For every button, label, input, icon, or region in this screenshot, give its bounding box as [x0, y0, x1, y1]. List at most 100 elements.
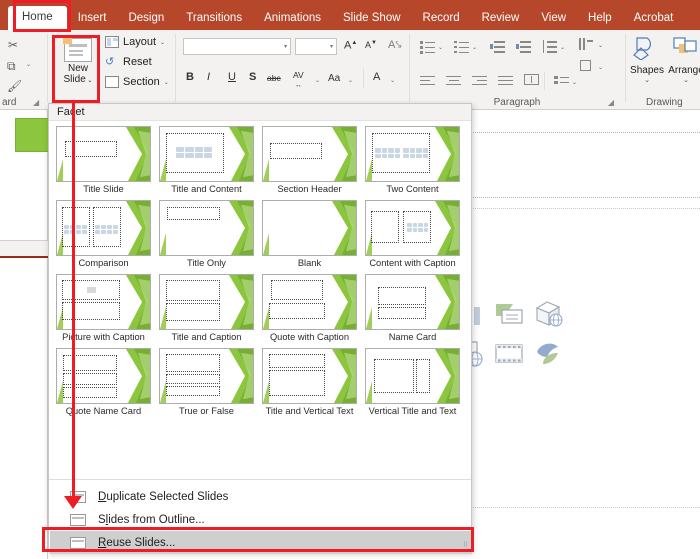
layout-option-title-vertical[interactable]: Title and Vertical Text — [259, 345, 360, 417]
layout-option-section[interactable]: Section Header — [259, 123, 360, 195]
ribbon-tab-record[interactable]: Record — [412, 8, 471, 31]
increase-font-size-button[interactable]: A▲ — [344, 40, 357, 52]
line-spacing-caret-icon[interactable]: ⌄ — [560, 44, 565, 51]
layout-option-two-content[interactable]: Two Content — [362, 123, 463, 195]
decrease-font-size-button[interactable]: A▼ — [365, 40, 377, 50]
layout-thumbnail — [56, 348, 151, 404]
shapes-caret-icon[interactable]: ⌄ — [630, 76, 664, 84]
change-case-caret-icon[interactable]: ⌄ — [348, 77, 353, 84]
3d-model-icon[interactable] — [533, 300, 565, 330]
layout-option-vertical-title[interactable]: Vertical Title and Text — [362, 345, 463, 417]
cut-icon[interactable]: ✂ — [8, 39, 18, 51]
menu-item-slides-from-outline[interactable]: Slides from Outline... — [50, 508, 472, 531]
layout-option-title-caption[interactable]: Title and Caption — [156, 271, 257, 343]
strikethrough-button[interactable]: abc — [267, 74, 281, 83]
ribbon-tab-transitions[interactable]: Transitions — [175, 8, 253, 31]
ribbon-tab-view[interactable]: View — [530, 8, 577, 31]
ribbon-tab-slide-show[interactable]: Slide Show — [332, 8, 412, 31]
smartart-icon[interactable] — [493, 300, 525, 330]
copy-icon[interactable]: ⧉ — [7, 60, 16, 72]
align-left-icon[interactable] — [420, 76, 435, 87]
character-spacing-button[interactable]: AV↔ — [293, 71, 304, 89]
slide-thumbnail-panel[interactable] — [0, 110, 48, 559]
font-size-combo[interactable]: ▾ — [295, 38, 337, 55]
icons-icon[interactable] — [533, 340, 565, 370]
numbering-icon[interactable] — [454, 40, 469, 53]
layout-option-title-content[interactable]: Title and Content — [156, 123, 257, 195]
section-label: Section — [123, 76, 160, 88]
arrange-icon — [672, 36, 700, 60]
align-center-icon[interactable] — [446, 76, 461, 87]
clear-formatting-icon[interactable]: A⤥ — [388, 40, 402, 51]
layout-option-quote-caption[interactable]: Quote with Caption — [259, 271, 360, 343]
new-slide-button[interactable]: New Slide ⌄ — [58, 34, 98, 96]
section-caret-icon[interactable]: ⌄ — [164, 79, 169, 86]
ribbon-tab-home[interactable]: Home — [8, 6, 67, 31]
layout-option-picture-caption[interactable]: Picture with Caption — [53, 271, 154, 343]
italic-button[interactable]: I — [207, 72, 210, 83]
layout-option-content-caption[interactable]: Content with Caption — [362, 197, 463, 269]
video-icon[interactable] — [493, 340, 525, 370]
layout-option-title-only[interactable]: Title Only — [156, 197, 257, 269]
menu-item-label: Slides from Outline... — [98, 514, 205, 526]
menu-item-reuse-slides[interactable]: Reuse Slides... — [50, 531, 472, 554]
clipboard-dialog-launcher[interactable]: ◢ — [33, 98, 39, 107]
section-button[interactable]: Section ⌄ — [105, 76, 169, 88]
layout-option-name-card[interactable]: Name Card — [362, 271, 463, 343]
menu-item-label: Duplicate Selected Slides — [98, 491, 228, 503]
ribbon-tab-acrobat[interactable]: Acrobat — [623, 8, 685, 31]
align-text-caret-icon[interactable]: ⌄ — [598, 64, 603, 71]
ribbon-tab-insert[interactable]: Insert — [67, 8, 118, 31]
format-painter-icon[interactable]: 🖌 — [7, 80, 22, 92]
change-case-button[interactable]: Aa — [328, 74, 340, 84]
columns-icon[interactable] — [524, 74, 539, 87]
decrease-indent-icon[interactable] — [490, 40, 505, 53]
new-slide-icon — [64, 38, 92, 62]
ribbon-tab-review[interactable]: Review — [471, 8, 531, 31]
layout-gallery[interactable]: Title SlideTitle and ContentSection Head… — [53, 123, 469, 417]
convert-smartart-caret-icon[interactable]: ⌄ — [572, 79, 577, 86]
text-direction-icon[interactable] — [578, 38, 593, 51]
underline-button[interactable]: U — [228, 72, 236, 83]
ribbon-tab-animations[interactable]: Animations — [253, 8, 332, 31]
layout-caret-icon[interactable]: ⌄ — [160, 39, 165, 46]
layout-option-comparison[interactable]: Comparison — [53, 197, 154, 269]
numbering-caret-icon[interactable]: ⌄ — [472, 44, 477, 51]
shapes-button[interactable]: Shapes ⌄ — [630, 36, 664, 84]
convert-smartart-icon[interactable] — [554, 76, 569, 89]
panel-divider — [0, 240, 48, 258]
layout-option-quote-name-card[interactable]: Quote Name Card — [53, 345, 154, 417]
bullets-icon[interactable] — [420, 40, 435, 53]
increase-indent-icon[interactable] — [516, 40, 531, 53]
layout-option-title[interactable]: Title Slide — [53, 123, 154, 195]
character-spacing-caret-icon[interactable]: ⌄ — [315, 77, 320, 84]
arrange-caret-icon[interactable]: ⌄ — [666, 76, 700, 84]
text-shadow-button[interactable]: S — [249, 72, 256, 83]
layout-option-label: Two Content — [362, 184, 463, 195]
copy-dropdown-caret-icon[interactable]: ⌄ — [26, 62, 31, 68]
line-spacing-icon[interactable] — [542, 40, 557, 53]
layout-button[interactable]: Layout ⌄ — [105, 36, 165, 48]
arrange-button[interactable]: Arrange ⌄ — [666, 36, 700, 84]
ribbon-tab-help[interactable]: Help — [577, 8, 623, 31]
bold-button[interactable]: B — [186, 72, 194, 83]
text-direction-caret-icon[interactable]: ⌄ — [598, 42, 603, 49]
menu-item-duplicate-selected-slides[interactable]: Duplicate Selected Slides — [50, 485, 472, 508]
ribbon-tab-design[interactable]: Design — [117, 8, 175, 31]
align-right-icon[interactable] — [472, 76, 487, 87]
slides-from-outline-icon — [70, 513, 86, 527]
paragraph-dialog-launcher[interactable]: ◢ — [608, 98, 614, 107]
new-slide-dropdown-panel[interactable]: Facet Title SlideTitle and ContentSectio… — [48, 103, 472, 552]
layout-option-blank[interactable]: Blank — [259, 197, 360, 269]
bullets-caret-icon[interactable]: ⌄ — [438, 44, 443, 51]
font-color-caret-icon[interactable]: ⌄ — [390, 77, 395, 84]
font-color-button[interactable]: A — [373, 72, 380, 83]
reset-button[interactable]: ↺ Reset — [105, 56, 152, 68]
font-name-combo[interactable]: ▾ — [183, 38, 291, 55]
new-slide-caret-icon[interactable]: ⌄ — [86, 78, 93, 84]
layout-option-true-false[interactable]: True or False — [156, 345, 257, 417]
align-text-icon[interactable] — [578, 60, 593, 73]
justify-icon[interactable] — [498, 76, 513, 87]
layout-thumbnail — [262, 348, 357, 404]
resize-grip-icon[interactable]: ⠿ — [463, 541, 468, 549]
